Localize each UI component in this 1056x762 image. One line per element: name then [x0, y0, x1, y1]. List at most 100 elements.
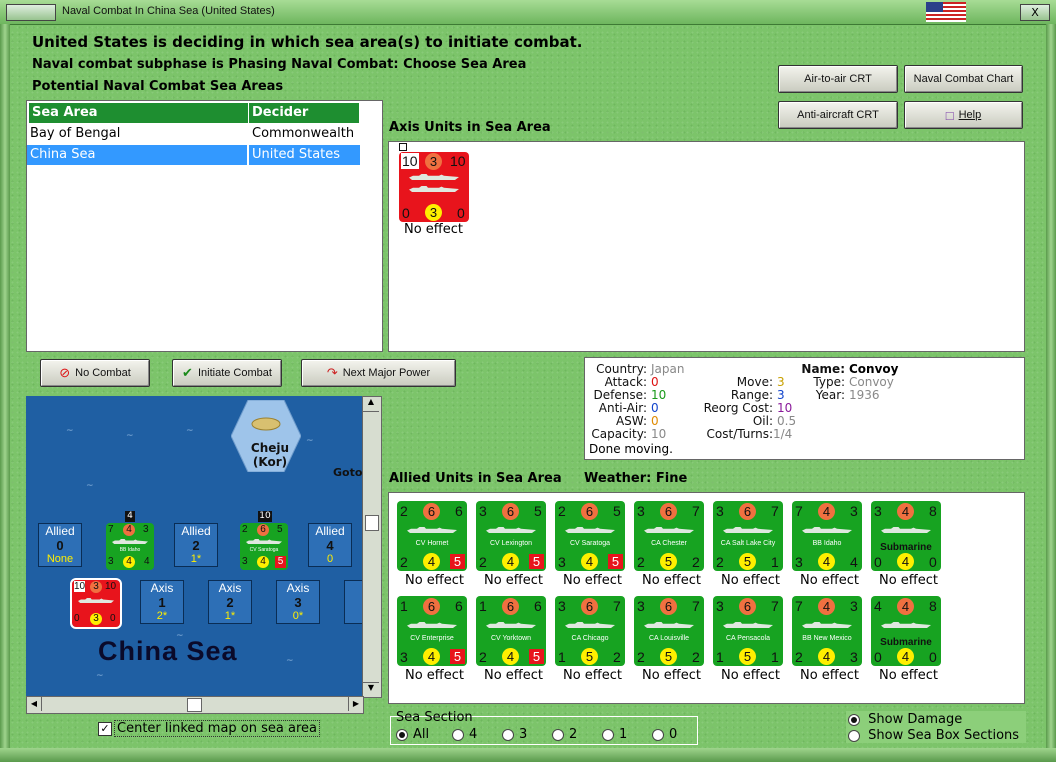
sea-section-option-label: 2	[569, 727, 578, 742]
counter-name: CV Saratoga	[569, 540, 611, 547]
allied-unit-counter[interactable]: 3 6 7 CA Pensacola 1 5 1	[713, 596, 783, 666]
sea-section-radio[interactable]	[652, 728, 664, 741]
counter-attack: 1	[716, 649, 724, 665]
sea-section-option[interactable]: 1	[602, 727, 627, 742]
anti-aircraft-crt-button[interactable]: Anti-aircraft CRT	[778, 101, 898, 129]
box-number: 2	[192, 538, 200, 553]
allied-unit-counter[interactable]: 7 4 3 BB New Mexico 2 4 3	[792, 596, 862, 666]
allied-unit-counter[interactable]: 7 4 3 BB Idaho 3 4 4	[792, 501, 862, 571]
allied-unit-counter[interactable]: 4 4 8 Submarine 0 4 0	[871, 596, 941, 666]
counter-capacity: 7	[692, 598, 700, 614]
ship-silhouette-icon	[407, 622, 457, 628]
scroll-thumb[interactable]	[187, 698, 202, 712]
close-button[interactable]: X	[1020, 4, 1050, 21]
column-header-decider[interactable]: Decider	[249, 103, 360, 123]
linked-map[interactable]: Cheju (Kor) Goto ~ ~ ~ ~ ~ ~ ~ ~ Allied …	[26, 396, 380, 696]
help-button[interactable]: □ Help	[904, 101, 1023, 129]
counter-capacity: 6	[534, 598, 542, 614]
air-to-air-crt-button[interactable]: Air-to-air CRT	[778, 65, 898, 93]
naval-combat-chart-button[interactable]: Naval Combat Chart	[904, 65, 1023, 93]
sea-section-option-label: 0	[669, 727, 678, 742]
counter-range: 4	[123, 556, 135, 568]
allied-unit-counter[interactable]: 3 6 7 CA Salt Lake City 2 5 1	[713, 501, 783, 571]
counter-move: 4	[818, 598, 835, 615]
book-icon: □	[945, 107, 954, 123]
show-sections-option[interactable]: Show Sea Box Sections	[848, 728, 1019, 743]
map-stack-cv-saratoga[interactable]: 2 6 5 CV Saratoga 3 4 5	[240, 523, 288, 570]
allied-unit-counter[interactable]: 1 6 6 CV Enterprise 3 4 5	[397, 596, 467, 666]
asw-value: 0	[651, 414, 659, 428]
allied-unit-counter[interactable]: 2 6 6 CV Hornet 2 4 5	[397, 501, 467, 571]
scroll-left-icon[interactable]: ◀	[27, 697, 42, 711]
goto-label: Goto	[333, 466, 363, 479]
sea-section-radio[interactable]	[602, 728, 614, 741]
allied-unit-counter[interactable]: 3 6 7 CA Chicago 1 5 2	[555, 596, 625, 666]
counter-move: 6	[581, 503, 598, 520]
map-horizontal-scrollbar[interactable]: ◀ ▶	[26, 696, 364, 714]
scroll-thumb[interactable]	[365, 515, 379, 531]
allied-unit-counter[interactable]: 3 6 7 CA Louisville 2 5 2	[634, 596, 704, 666]
sea-section-option[interactable]: 2	[552, 727, 577, 742]
allied-unit-counter[interactable]: 3 4 8 Submarine 0 4 0	[871, 501, 941, 571]
ship-silhouette-icon	[112, 539, 148, 544]
sea-section-option[interactable]: 0	[652, 727, 677, 742]
center-map-label[interactable]: Center linked map on sea area	[114, 720, 320, 737]
sea-section-option[interactable]: 4	[452, 727, 477, 742]
cost-value: 1/4	[773, 427, 793, 441]
axis-sea-box-2[interactable]: Axis 2 1*	[208, 580, 252, 624]
show-damage-option[interactable]: Show Damage	[848, 712, 962, 727]
map-stack-bb-idaho[interactable]: 7 4 3 BB Idaho 3 4 4	[106, 523, 154, 570]
counter-capacity: 10	[105, 581, 117, 592]
map-vertical-scrollbar[interactable]: ▲ ▼	[362, 396, 382, 698]
axis-convoy-counter[interactable]: 10 3 10 0 3 0	[399, 152, 469, 222]
sea-section-radio[interactable]	[452, 728, 464, 741]
allied-unit-counter[interactable]: 1 6 6 CV Yorktown 2 4 5	[476, 596, 546, 666]
box-number: 0	[56, 538, 64, 553]
map-stack-axis-convoy[interactable]: 10 3 10 0 3 0	[70, 578, 122, 629]
counter-defense: 3	[637, 503, 645, 519]
counter-range: 3	[90, 613, 102, 625]
column-header-sea-area[interactable]: Sea Area	[29, 103, 249, 123]
counter-move: 6	[739, 503, 756, 520]
counter-aa: 3	[850, 649, 858, 665]
ship-silhouette-icon	[565, 527, 615, 533]
center-map-checkbox[interactable]: ✓	[98, 722, 112, 736]
allied-units-panel: 2 6 6 CV Hornet 2 4 5 No effect 3 6 5 CV Lexington 2…	[388, 492, 1025, 704]
box-label: Axis	[150, 581, 174, 595]
wave-mark: ~	[306, 436, 314, 446]
counter-capacity: 5	[613, 503, 621, 519]
allied-unit-counter[interactable]: 2 6 5 CV Saratoga 3 4 5	[555, 501, 625, 571]
counter-range: 5	[660, 553, 677, 570]
box-number: 4	[326, 538, 334, 553]
next-major-power-button[interactable]: ↷ Next Major Power	[301, 359, 456, 387]
box-sub: 2*	[156, 610, 168, 622]
sea-section-option[interactable]: All	[396, 727, 429, 742]
sea-section-radio[interactable]	[502, 728, 514, 741]
axis-sea-box-1[interactable]: Axis 1 2*	[140, 580, 184, 624]
counter-aa: 5	[529, 554, 544, 569]
scroll-up-icon[interactable]: ▲	[363, 397, 379, 412]
no-combat-button[interactable]: ⊘ No Combat	[40, 359, 150, 387]
decider-cell: Commonwealth	[252, 126, 355, 141]
initiate-combat-button[interactable]: ✔ Initiate Combat	[172, 359, 282, 387]
allied-sea-box-4[interactable]: Allied 4 0	[308, 523, 352, 567]
allied-sea-box-0[interactable]: Allied 0 None	[38, 523, 82, 567]
counter-move: 4	[897, 598, 914, 615]
counter-aa: 5	[450, 554, 465, 569]
sea-section-radio[interactable]	[396, 728, 408, 741]
counter-range: 4	[581, 553, 598, 570]
sea-section-radio[interactable]	[552, 728, 564, 741]
show-damage-radio[interactable]	[848, 713, 860, 726]
counter-defense: 2	[242, 524, 248, 535]
allied-unit-counter[interactable]: 3 6 7 CA Chester 2 5 2	[634, 501, 704, 571]
ship-silhouette-icon	[407, 527, 457, 533]
allied-sea-box-2[interactable]: Allied 2 1*	[174, 523, 218, 567]
allied-unit-counter[interactable]: 3 6 5 CV Lexington 2 4 5	[476, 501, 546, 571]
scroll-right-icon[interactable]: ▶	[348, 697, 363, 711]
axis-sea-box-3[interactable]: Axis 3 0*	[276, 580, 320, 624]
sea-section-option[interactable]: 3	[502, 727, 527, 742]
show-sections-radio[interactable]	[848, 729, 860, 742]
scroll-down-icon[interactable]: ▼	[363, 682, 379, 697]
system-menu-button[interactable]	[6, 4, 56, 21]
counter-attack: 3	[558, 554, 566, 570]
